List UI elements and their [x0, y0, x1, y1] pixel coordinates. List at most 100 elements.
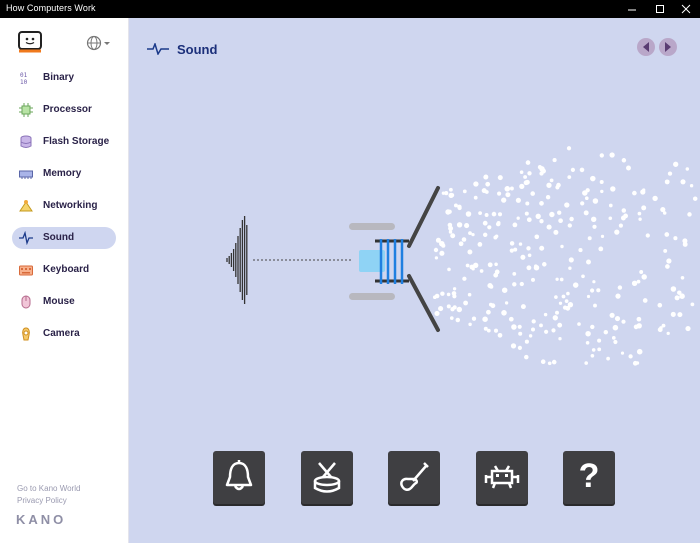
guitar-sound-button[interactable]	[388, 451, 440, 504]
air-particle	[544, 329, 549, 334]
sidebar-item-label: Processor	[43, 104, 92, 115]
air-particle	[599, 153, 604, 158]
air-particle	[618, 223, 623, 228]
air-particle	[593, 303, 597, 308]
air-particle	[690, 302, 695, 307]
air-particle	[662, 211, 667, 215]
air-particle	[621, 208, 627, 213]
guitar-icon	[400, 462, 429, 491]
air-particle	[626, 165, 631, 171]
sidebar-item-networking[interactable]: Networking	[12, 195, 116, 217]
air-particle	[578, 248, 583, 253]
language-globe-icon[interactable]	[86, 35, 110, 51]
air-particle	[512, 282, 517, 287]
sidebar-item-camera[interactable]: Camera	[12, 323, 116, 345]
air-particle	[524, 354, 529, 360]
air-particle	[635, 361, 640, 365]
air-particle	[494, 234, 499, 239]
air-particle	[512, 222, 518, 228]
air-particle	[590, 216, 597, 223]
air-particle	[642, 298, 648, 303]
sidebar-item-label: Camera	[43, 328, 80, 339]
sidebar-item-label: Keyboard	[43, 264, 90, 275]
minimize-button[interactable]	[618, 0, 646, 18]
sidebar-item-flash-storage[interactable]: Flash Storage	[12, 131, 116, 153]
sidebar-item-binary[interactable]: 01 10 Binary	[12, 67, 116, 89]
air-particle	[665, 264, 670, 269]
kano-computer-logo-icon[interactable]	[18, 31, 42, 53]
bell-sound-button[interactable]	[213, 451, 265, 504]
air-particle	[524, 339, 529, 344]
air-particle	[674, 295, 680, 301]
air-particle	[458, 241, 464, 247]
air-particle	[543, 312, 548, 317]
question-sound-button[interactable]: ?	[563, 451, 615, 504]
speaker-cone-bottom	[407, 274, 440, 332]
question-icon: ?	[578, 457, 600, 495]
title-bar: How Computers Work	[0, 0, 700, 18]
close-button[interactable]	[672, 0, 700, 18]
air-particle	[528, 334, 533, 338]
air-particle	[580, 201, 585, 206]
air-particle	[497, 175, 503, 181]
space-invader-sound-button[interactable]	[476, 451, 528, 504]
air-particle	[452, 287, 457, 291]
sidebar-item-processor[interactable]: Processor	[12, 99, 116, 121]
air-particle	[570, 167, 576, 173]
sidebar-item-sound[interactable]: Sound	[12, 227, 116, 249]
air-particle	[664, 232, 670, 237]
air-particle	[519, 170, 524, 174]
air-particle	[615, 293, 621, 299]
air-particle	[439, 250, 445, 256]
air-particle	[542, 262, 547, 267]
drum-sound-button[interactable]	[301, 451, 353, 504]
air-particle	[534, 234, 540, 240]
air-particle	[531, 277, 535, 282]
air-particle	[520, 304, 526, 310]
air-particle	[666, 331, 670, 336]
air-particle	[613, 339, 618, 345]
air-particle	[473, 181, 479, 187]
air-particle	[449, 187, 453, 192]
air-particle	[557, 322, 563, 328]
kano-world-link[interactable]: Go to Kano World	[17, 484, 80, 493]
sound-wave-icon	[19, 231, 33, 245]
air-particle	[549, 178, 554, 183]
air-particle	[685, 326, 691, 332]
sidebar-item-label: Mouse	[43, 296, 75, 307]
air-particle	[493, 272, 499, 278]
air-particle	[680, 179, 686, 185]
air-particle	[455, 317, 461, 323]
air-particle	[501, 287, 508, 293]
air-particle	[539, 323, 543, 328]
air-particle	[482, 232, 488, 238]
air-particle	[504, 186, 511, 192]
air-particle	[487, 225, 492, 230]
air-particle	[600, 234, 605, 239]
air-particles	[432, 146, 698, 366]
air-particle	[505, 192, 511, 198]
air-particle	[590, 288, 595, 293]
air-particle	[449, 316, 454, 320]
air-particle	[568, 257, 574, 263]
air-particle	[530, 327, 536, 332]
privacy-policy-link[interactable]: Privacy Policy	[17, 496, 67, 505]
sidebar-item-mouse[interactable]: Mouse	[12, 291, 116, 313]
air-particle	[539, 219, 544, 224]
sidebar-item-memory[interactable]: Memory	[12, 163, 116, 185]
air-particle	[577, 322, 581, 326]
air-particle	[489, 284, 494, 289]
air-particle	[566, 146, 572, 151]
air-particle	[628, 354, 633, 359]
air-particle	[465, 211, 472, 217]
maximize-button[interactable]	[646, 0, 674, 18]
air-particle	[680, 276, 685, 280]
air-particle	[636, 316, 642, 322]
air-particle	[639, 270, 644, 274]
air-particle	[462, 189, 467, 194]
air-particle	[667, 171, 673, 176]
air-particle	[553, 229, 559, 235]
air-particle	[592, 280, 596, 284]
air-particle	[546, 182, 552, 188]
sidebar-item-keyboard[interactable]: Keyboard	[12, 259, 116, 281]
